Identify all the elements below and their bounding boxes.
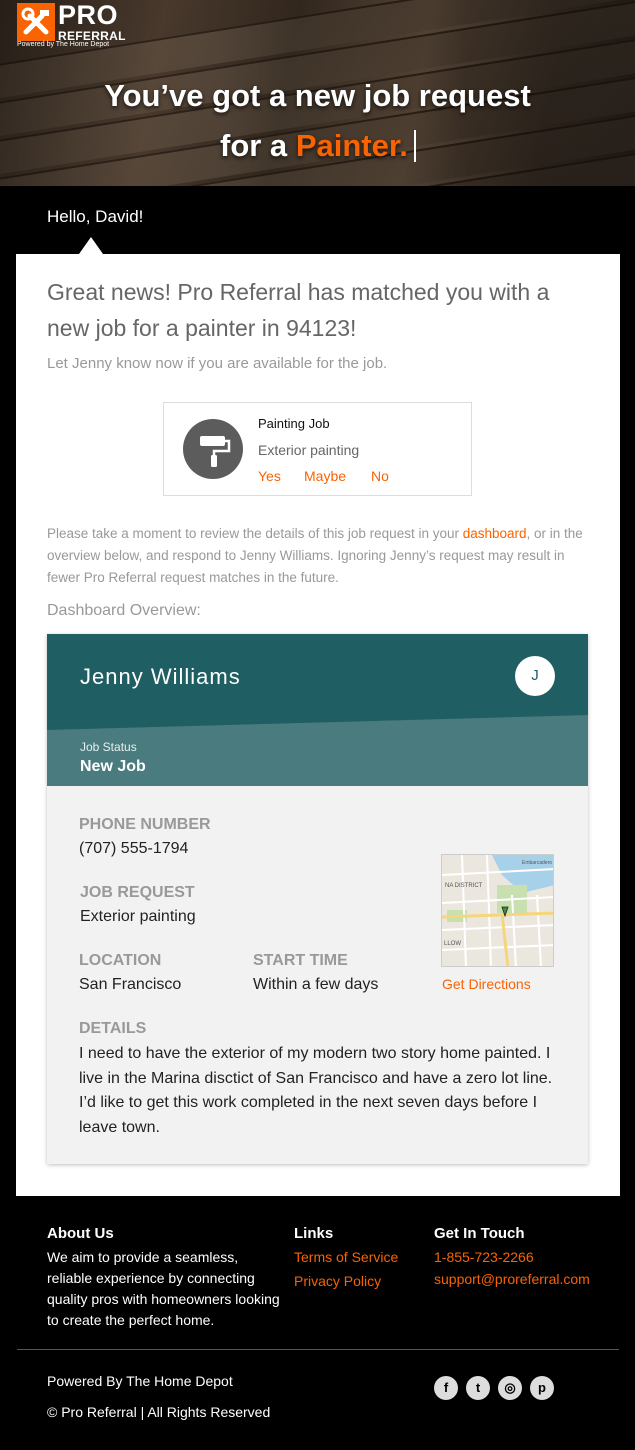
job-request-label: JOB REQUEST [80,884,195,901]
customer-header: Jenny Williams J Job Status New Job [47,634,588,786]
no-button[interactable]: No [371,468,389,484]
location-value: San Francisco [79,976,182,993]
job-request-value: Exterior painting [80,908,196,925]
yes-button[interactable]: Yes [258,468,281,484]
details-label: DETAILS [79,1020,147,1037]
privacy-policy-link[interactable]: Privacy Policy [294,1273,381,1289]
hero-prefix: for a [220,128,288,163]
review-paragraph: Please take a moment to review the detai… [47,523,592,589]
tools-icon [17,3,55,41]
speech-notch [79,237,103,254]
twitter-icon[interactable]: t [466,1376,490,1400]
job-status-label: Job Status [80,740,137,754]
paint-roller-icon [183,419,243,479]
get-in-touch-heading: Get In Touch [434,1225,525,1242]
pro-referral-logo[interactable]: PRO REFERRAL [17,2,126,42]
about-us-text: We aim to provide a seamless, reliable e… [47,1249,280,1328]
copyright-text: © Pro Referral | All Rights Reserved [47,1404,271,1420]
job-status-value: New Job [80,758,146,775]
main-card: Great news! Pro Referral has matched you… [16,254,620,1196]
job-summary-box: Painting Job Exterior painting Yes Maybe… [163,402,472,496]
review-text-start: Please take a moment to review the detai… [47,526,463,541]
start-time-value: Within a few days [253,976,379,993]
details-value: I need to have the exterior of my modern… [79,1045,553,1136]
logo-pro-text: PRO [58,0,119,30]
avatar: J [515,656,555,696]
about-us-heading: About Us [47,1225,114,1242]
hero-trade: Painter. [295,128,408,163]
get-directions-link[interactable]: Get Directions [442,976,531,992]
terms-of-service-link[interactable]: Terms of Service [294,1249,398,1265]
powered-by-text: Powered By The Home Depot [47,1373,233,1389]
map-shoreline-label: Embarcadero [522,860,552,866]
phone-link[interactable]: 1-855-723-2266 [434,1249,534,1265]
phone-value: (707) 555-1794 [79,840,189,857]
hero-banner: PRO REFERRAL Powered by The Home Depot Y… [0,0,635,186]
intro-headline: Great news! Pro Referral has matched you… [47,279,550,341]
footer-divider [17,1349,619,1350]
location-label: LOCATION [79,952,162,969]
logo-tagline: Powered by The Home Depot [17,41,110,48]
instagram-icon[interactable]: ◎ [498,1376,522,1400]
pinterest-icon[interactable]: p [530,1376,554,1400]
map-llow-label: LLOW [444,941,461,947]
map-district-label: NA DISTRICT [445,883,483,889]
dashboard-overview-label: Dashboard Overview: [47,602,201,619]
greeting: Hello, David! [47,207,144,226]
maybe-button[interactable]: Maybe [304,468,346,484]
dashboard-link[interactable]: dashboard [463,526,527,541]
phone-label: PHONE NUMBER [79,816,211,833]
facebook-icon[interactable]: f [434,1376,458,1400]
job-type: Exterior painting [258,442,360,458]
email-link[interactable]: support@proreferral.com [434,1271,590,1287]
hero-subheadline: for a Painter. [220,128,416,164]
dashboard-overview-card: Jenny Williams J Job Status New Job PHON… [47,634,588,1164]
hero-headline: You’ve got a new job request [104,78,531,113]
location-map[interactable]: NA DISTRICT Embarcadero LLOW [441,854,554,967]
intro-subtext: Let Jenny know now if you are available … [47,355,388,372]
text-cursor [413,130,416,162]
links-heading: Links [294,1225,334,1242]
start-time-label: START TIME [253,952,348,969]
job-title: Painting Job [258,416,330,431]
customer-name: Jenny Williams [80,664,241,689]
